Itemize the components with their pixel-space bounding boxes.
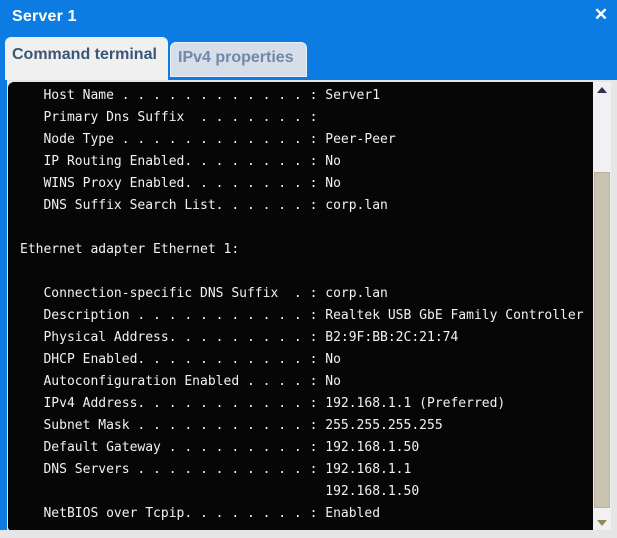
terminal-line: Autoconfiguration Enabled . . . . : No [20, 371, 593, 393]
terminal-line: Connection-specific DNS Suffix . : corp.… [20, 283, 593, 305]
tab-content-panel: Host Name . . . . . . . . . . . . : Serv… [7, 80, 617, 538]
terminal-line: DNS Suffix Search List. . . . . . : corp… [20, 195, 593, 217]
dialog-left-border [0, 80, 7, 530]
terminal-line: Subnet Mask . . . . . . . . . . . : 255.… [20, 415, 593, 437]
terminal-line: 192.168.1.50 [20, 481, 593, 503]
terminal-line: NetBIOS over Tcpip. . . . . . . . : Enab… [20, 503, 593, 525]
server-dialog: Server 1 ✕ Command terminal IPv4 propert… [0, 0, 617, 538]
terminal-line: IP Routing Enabled. . . . . . . . : No [20, 151, 593, 173]
terminal-line: Primary Dns Suffix . . . . . . . : [20, 107, 593, 129]
tab-command-terminal[interactable]: Command terminal [5, 37, 168, 80]
triangle-up-icon [597, 87, 607, 93]
terminal-scrollbar[interactable] [593, 82, 611, 531]
terminal-line: IPv4 Address. . . . . . . . . . . : 192.… [20, 393, 593, 415]
terminal-line: Ethernet adapter Ethernet 1: [20, 239, 593, 261]
scroll-down-button[interactable] [593, 515, 611, 531]
terminal-line: DNS Servers . . . . . . . . . . . : 192.… [20, 459, 593, 481]
scrollbar-thumb[interactable] [594, 172, 610, 508]
dialog-title: Server 1 [12, 8, 77, 26]
close-icon[interactable]: ✕ [591, 5, 611, 25]
scroll-up-button[interactable] [593, 82, 611, 98]
terminal-line: Physical Address. . . . . . . . . : B2:9… [20, 327, 593, 349]
tab-ipv4-properties[interactable]: IPv4 properties [170, 42, 307, 77]
terminal-line [20, 217, 593, 239]
dialog-bottom-edge [0, 530, 617, 538]
terminal-line: Default Gateway . . . . . . . . . : 192.… [20, 437, 593, 459]
terminal-line: WINS Proxy Enabled. . . . . . . . : No [20, 173, 593, 195]
terminal-line: Node Type . . . . . . . . . . . . : Peer… [20, 129, 593, 151]
terminal-line: DHCP Enabled. . . . . . . . . . . : No [20, 349, 593, 371]
terminal-line: Host Name . . . . . . . . . . . . : Serv… [20, 85, 593, 107]
triangle-down-icon [597, 520, 607, 526]
terminal-output: Host Name . . . . . . . . . . . . : Serv… [8, 82, 593, 531]
terminal-line [20, 261, 593, 283]
titlebar: Server 1 ✕ [0, 0, 617, 33]
terminal-line: Description . . . . . . . . . . . : Real… [20, 305, 593, 327]
